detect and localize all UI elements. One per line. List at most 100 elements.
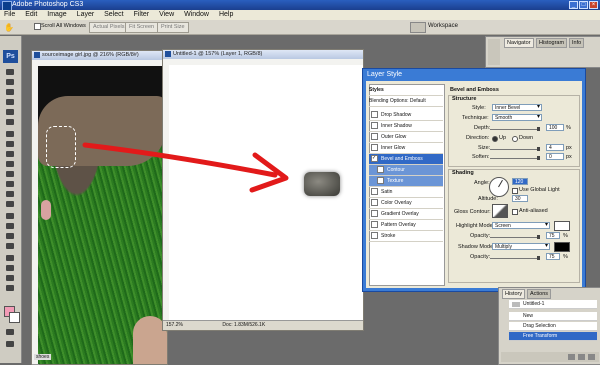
crop-tool-icon[interactable] — [3, 108, 17, 116]
pen-tool-icon[interactable] — [3, 212, 17, 220]
workspace-menu[interactable]: Workspace — [428, 23, 458, 29]
hand-tool-icon-2[interactable] — [3, 274, 17, 282]
close-button[interactable]: × — [589, 1, 598, 9]
doc-title-photo[interactable]: sourceimage girl.jpg @ 216% (RGB/8#) — [32, 51, 167, 60]
lasso-tool-icon[interactable] — [3, 88, 17, 96]
stroke-item[interactable]: Stroke — [369, 231, 443, 242]
notes-tool-icon[interactable] — [3, 254, 17, 262]
anti-aliased-checkbox[interactable] — [512, 209, 518, 215]
history-snapshot[interactable]: Untitled-1 — [509, 300, 597, 309]
marquee-tool-icon[interactable] — [3, 78, 17, 86]
highlight-opacity-input[interactable]: 75 — [546, 232, 560, 239]
stamp-tool-icon[interactable] — [3, 150, 17, 158]
menu-select[interactable]: Select — [100, 11, 127, 18]
direction-down-radio[interactable] — [512, 136, 518, 142]
stroke-checkbox[interactable] — [371, 232, 378, 240]
inner-glow-checkbox[interactable] — [371, 144, 378, 152]
blending-options-item[interactable]: Blending Options: Default — [369, 96, 443, 107]
trash-icon[interactable] — [588, 354, 595, 360]
history-item-free-transform[interactable]: Free Transform — [509, 332, 597, 341]
history-item-drag-selection[interactable]: Drag Selection — [509, 322, 597, 331]
highlight-mode-select[interactable]: Screen — [492, 222, 550, 229]
zoom-level[interactable]: 157.2% — [163, 322, 183, 328]
type-tool-icon[interactable] — [3, 222, 17, 230]
outer-glow-item[interactable]: Outer Glow — [369, 132, 443, 143]
tab-history[interactable]: History — [502, 289, 526, 299]
drop-shadow-checkbox[interactable] — [371, 111, 378, 119]
soften-slider[interactable] — [490, 156, 540, 160]
inner-glow-item[interactable]: Inner Glow — [369, 143, 443, 154]
new-snapshot-icon[interactable] — [568, 354, 575, 360]
color-overlay-checkbox[interactable] — [371, 199, 378, 207]
history-brush-icon[interactable] — [3, 160, 17, 168]
dodge-tool-icon[interactable] — [3, 200, 17, 208]
angle-dial[interactable] — [489, 177, 509, 197]
size-input[interactable]: 4 — [546, 144, 564, 151]
pattern-overlay-checkbox[interactable] — [371, 221, 378, 229]
shadow-mode-select[interactable]: Multiply — [492, 243, 550, 250]
doc-title-untitled[interactable]: Untitled-1 @ 157% (Layer 1, RGB/8) — [163, 50, 363, 59]
style-select[interactable]: Inner Bevel — [492, 104, 542, 111]
drop-shadow-item[interactable]: Drop Shadow — [369, 110, 443, 121]
menu-help[interactable]: Help — [215, 11, 237, 18]
menu-layer[interactable]: Layer — [73, 11, 99, 18]
contour-checkbox[interactable] — [377, 166, 384, 174]
styles-header[interactable]: Styles — [369, 85, 443, 96]
print-size-button[interactable]: Print Size — [157, 22, 189, 33]
maximize-button[interactable]: □ — [579, 1, 588, 9]
size-slider[interactable] — [490, 147, 540, 151]
technique-select[interactable]: Smooth — [492, 114, 542, 121]
fit-screen-button[interactable]: Fit Screen — [125, 22, 159, 33]
depth-input[interactable]: 100 — [546, 124, 564, 131]
background-color-swatch[interactable] — [9, 312, 20, 323]
menu-image[interactable]: Image — [43, 11, 70, 18]
menu-filter[interactable]: Filter — [130, 11, 154, 18]
inner-shadow-checkbox[interactable] — [371, 122, 378, 130]
shape-tool-icon[interactable] — [3, 242, 17, 250]
shadow-opacity-slider[interactable] — [490, 256, 540, 260]
global-light-checkbox[interactable] — [512, 188, 518, 194]
bevel-emboss-checkbox[interactable]: ✓ — [371, 155, 378, 163]
brush-tool-icon[interactable] — [3, 140, 17, 148]
zoom-tool-icon[interactable] — [3, 284, 17, 292]
history-item-new[interactable]: New — [509, 312, 597, 321]
actual-pixels-button[interactable]: Actual Pixels — [89, 22, 129, 33]
path-selection-icon[interactable] — [3, 232, 17, 240]
minimize-button[interactable]: _ — [569, 1, 578, 9]
satin-item[interactable]: Satin — [369, 187, 443, 198]
bevel-emboss-item[interactable]: ✓ Bevel and Emboss — [369, 154, 443, 165]
gradient-overlay-checkbox[interactable] — [371, 210, 378, 218]
soften-input[interactable]: 0 — [546, 153, 564, 160]
move-tool-icon[interactable] — [3, 68, 17, 76]
scroll-all-checkbox[interactable] — [34, 23, 41, 30]
highlight-opacity-slider[interactable] — [490, 235, 540, 239]
satin-checkbox[interactable] — [371, 188, 378, 196]
shadow-opacity-input[interactable]: 75 — [546, 253, 560, 260]
quick-selection-tool-icon[interactable] — [3, 98, 17, 106]
gradient-tool-icon[interactable] — [3, 180, 17, 188]
color-overlay-item[interactable]: Color Overlay — [369, 198, 443, 209]
eraser-tool-icon[interactable] — [3, 170, 17, 178]
pattern-overlay-item[interactable]: Pattern Overlay — [369, 220, 443, 231]
blur-tool-icon[interactable] — [3, 190, 17, 198]
inner-shadow-item[interactable]: Inner Shadow — [369, 121, 443, 132]
gloss-contour-picker[interactable] — [492, 204, 508, 218]
contour-item[interactable]: Contour — [369, 165, 443, 176]
texture-checkbox[interactable] — [377, 177, 384, 185]
document-window-photo[interactable]: sourceimage girl.jpg @ 216% (RGB/8#) sho… — [31, 50, 168, 365]
angle-input[interactable]: 120 — [512, 178, 528, 185]
altitude-input[interactable]: 30 — [512, 195, 528, 202]
tab-info[interactable]: Info — [569, 38, 585, 48]
bridge-icon[interactable] — [410, 22, 426, 33]
tab-actions[interactable]: Actions — [527, 289, 552, 299]
outer-glow-checkbox[interactable] — [371, 133, 378, 141]
texture-item[interactable]: Texture — [369, 176, 443, 187]
direction-up-radio[interactable] — [492, 136, 498, 142]
quick-mask-icon[interactable] — [3, 328, 17, 336]
shadow-color-swatch[interactable] — [554, 242, 570, 252]
eyedropper-tool-icon[interactable] — [3, 264, 17, 272]
tab-navigator[interactable]: Navigator — [504, 38, 534, 48]
depth-slider[interactable] — [490, 127, 540, 131]
menu-view[interactable]: View — [155, 11, 178, 18]
menu-edit[interactable]: Edit — [21, 11, 41, 18]
